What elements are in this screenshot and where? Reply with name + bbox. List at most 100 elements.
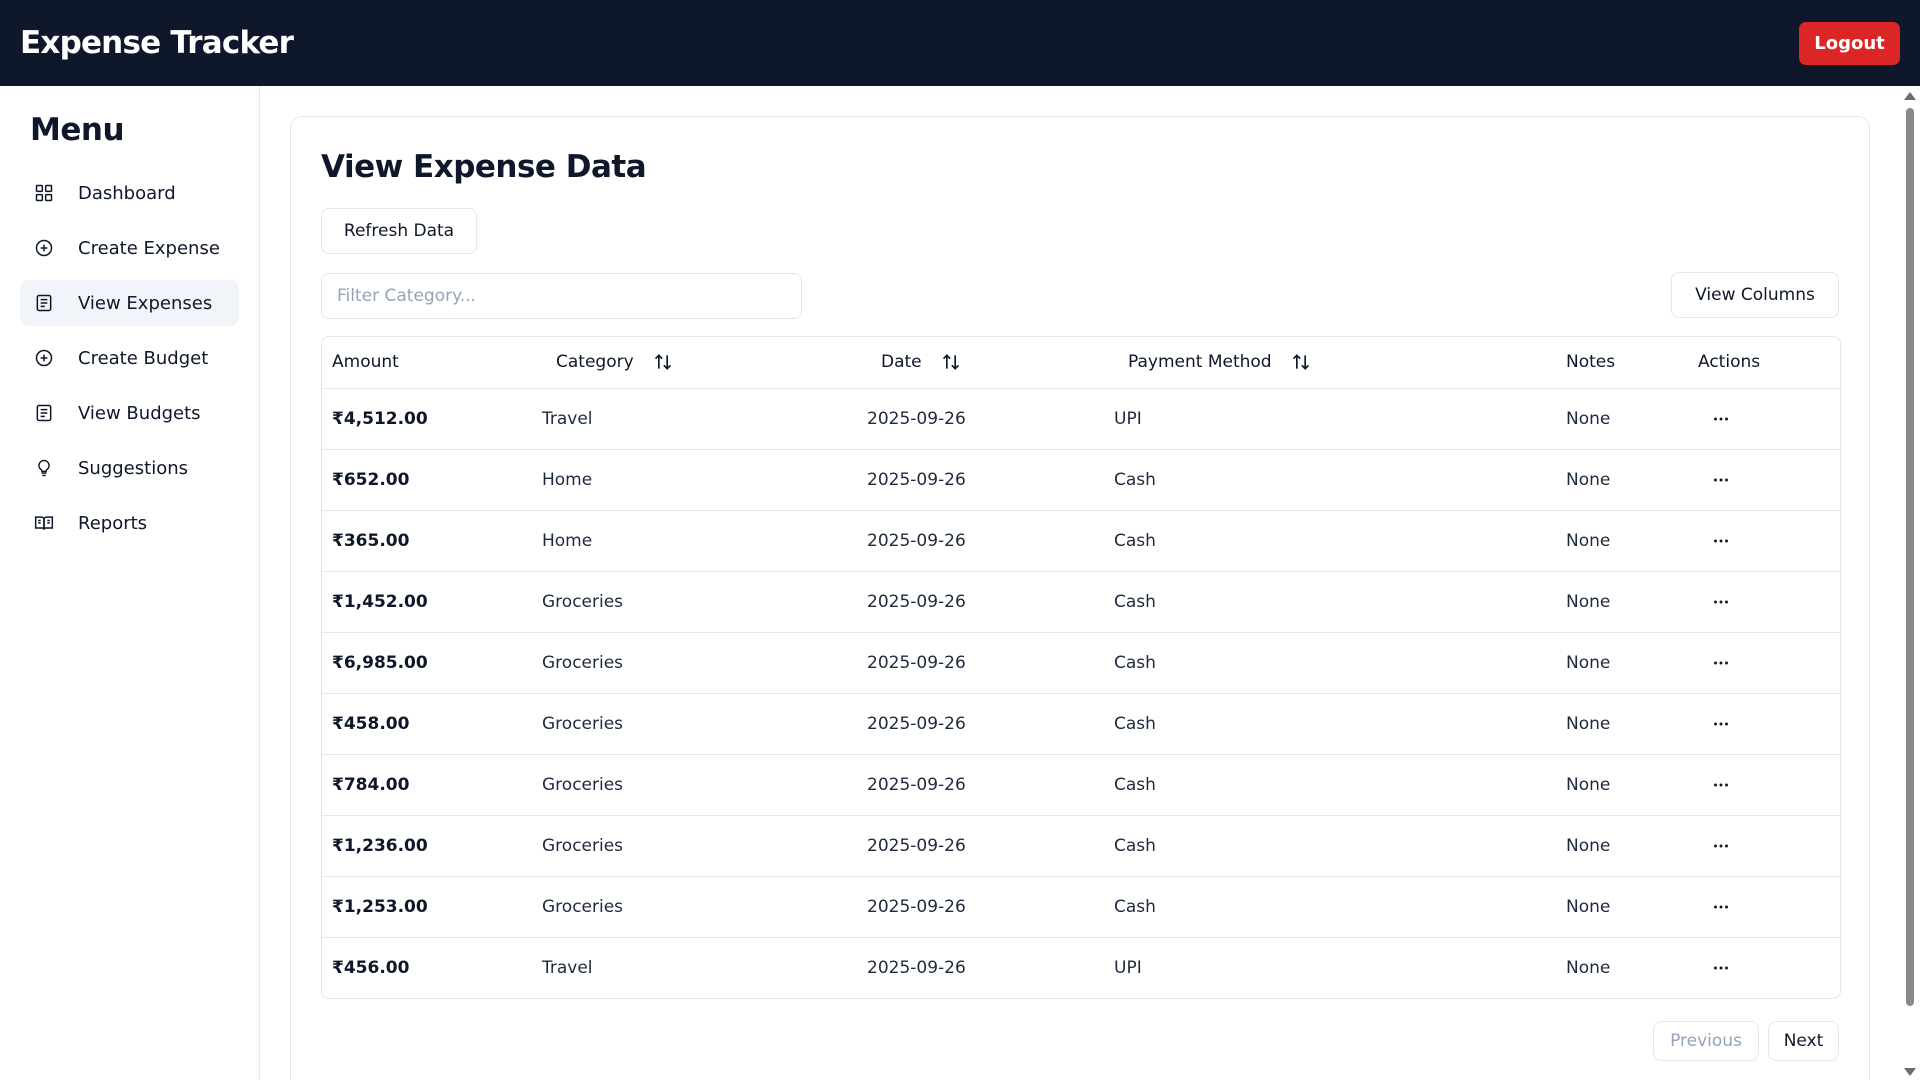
amount-cell: ₹365.00	[322, 510, 532, 572]
table-row: ₹1,253.00 Groceries 2025-09-26 Cash None	[322, 876, 1840, 938]
expense-table: Amount Category Date Payment Method Note…	[321, 336, 1841, 999]
actions-cell	[1688, 815, 1840, 877]
scroll-down-arrow[interactable]	[1904, 1068, 1916, 1076]
main-content: View Expense Data Refresh Data View Colu…	[260, 86, 1900, 1080]
sidebar-item-create-budget[interactable]: Create Budget	[20, 335, 239, 381]
column-header-payment-method[interactable]: Payment Method	[1104, 337, 1556, 389]
sort-icon[interactable]	[653, 352, 673, 372]
payment-method-cell: Cash	[1104, 815, 1556, 877]
next-page-button[interactable]: Next	[1768, 1021, 1839, 1061]
amount-cell: ₹6,985.00	[322, 632, 532, 694]
book-icon	[34, 516, 54, 530]
column-header-date[interactable]: Date	[857, 337, 1104, 389]
payment-method-cell: Cash	[1104, 449, 1556, 511]
actions-cell	[1688, 510, 1840, 572]
date-cell: 2025-09-26	[857, 449, 1104, 511]
app-title: Expense Tracker	[20, 25, 294, 61]
notes-cell: None	[1556, 876, 1688, 938]
expense-card: View Expense Data Refresh Data View Colu…	[290, 116, 1870, 1080]
date-cell: 2025-09-26	[857, 754, 1104, 816]
filter-category-input[interactable]	[321, 273, 802, 319]
date-cell: 2025-09-26	[857, 510, 1104, 572]
amount-cell: ₹456.00	[332, 957, 410, 978]
more-actions-icon[interactable]	[1710, 957, 1732, 979]
more-actions-icon[interactable]	[1710, 591, 1732, 613]
amount-cell: ₹784.00	[322, 754, 532, 816]
notes-cell: None	[1556, 571, 1688, 633]
sidebar-item-label: View Budgets	[78, 402, 201, 424]
table-row: ₹784.00 Groceries 2025-09-26 Cash None	[322, 754, 1840, 816]
list-icon	[36, 294, 52, 312]
more-actions-icon[interactable]	[1710, 469, 1732, 491]
sidebar-item-reports[interactable]: Reports	[20, 500, 239, 546]
category-cell: Travel	[542, 957, 593, 978]
more-actions-icon[interactable]	[1710, 896, 1732, 918]
column-header-actions: Actions	[1688, 337, 1840, 389]
lightbulb-icon	[38, 459, 50, 477]
sidebar-item-create-expense[interactable]: Create Expense	[20, 225, 239, 271]
sort-icon[interactable]	[1291, 352, 1311, 372]
actions-cell	[1688, 388, 1840, 450]
actions-cell	[1688, 876, 1840, 938]
column-header-amount: Amount	[322, 337, 532, 389]
amount-cell: ₹458.00	[322, 693, 532, 755]
category-cell: Home	[532, 449, 857, 511]
category-cell: Home	[532, 510, 857, 572]
more-actions-icon[interactable]	[1710, 530, 1732, 552]
scrollbar-thumb[interactable]	[1906, 108, 1914, 1006]
notes-cell: None	[1556, 693, 1688, 755]
date-cell: 2025-09-26	[857, 815, 1104, 877]
more-actions-icon[interactable]	[1710, 713, 1732, 735]
page-scrollbar[interactable]	[1900, 86, 1920, 1080]
sidebar-item-dashboard[interactable]: Dashboard	[20, 170, 239, 216]
top-bar: Expense Tracker Logout	[0, 0, 1920, 86]
sidebar-item-view-expenses[interactable]: View Expenses	[20, 280, 239, 326]
more-actions-icon[interactable]	[1710, 408, 1732, 430]
table-row: ₹652.00 Home 2025-09-26 Cash None	[322, 449, 1840, 511]
payment-method-cell: Cash	[1104, 876, 1556, 938]
table-row: ₹6,985.00 Groceries 2025-09-26 Cash None	[322, 632, 1840, 694]
menu-title: Menu	[30, 112, 125, 148]
sidebar-item-label: Create Expense	[78, 237, 220, 259]
list-icon	[36, 404, 52, 422]
payment-method-cell: Cash	[1104, 571, 1556, 633]
page-title: View Expense Data	[321, 149, 647, 185]
amount-cell: ₹4,512.00	[322, 388, 532, 450]
sidebar-item-label: Reports	[78, 512, 148, 534]
sort-icon[interactable]	[941, 352, 961, 372]
table-row: ₹365.00 Home 2025-09-26 Cash None	[322, 510, 1840, 572]
more-actions-icon[interactable]	[1710, 652, 1732, 674]
date-cell: 2025-09-26	[867, 957, 966, 978]
actions-cell	[1688, 449, 1840, 511]
sidebar: Menu Dashboard Create Expense View Expen…	[0, 86, 260, 1080]
notes-cell: None	[1556, 754, 1688, 816]
sidebar-item-view-budgets[interactable]: View Budgets	[20, 390, 239, 436]
notes-cell: None	[1556, 449, 1688, 511]
logout-button[interactable]: Logout	[1799, 21, 1900, 65]
scroll-up-arrow[interactable]	[1904, 92, 1916, 100]
sidebar-item-suggestions[interactable]: Suggestions	[20, 445, 239, 491]
category-cell: Groceries	[532, 876, 857, 938]
amount-cell: ₹652.00	[322, 449, 532, 511]
date-cell: 2025-09-26	[857, 388, 1104, 450]
category-cell: Groceries	[532, 632, 857, 694]
payment-method-cell: Cash	[1104, 510, 1556, 572]
view-columns-button[interactable]: View Columns	[1671, 272, 1839, 318]
amount-cell: ₹1,253.00	[322, 876, 532, 938]
column-header-category[interactable]: Category	[532, 337, 857, 389]
table-row: ₹456.00 Travel 2025-09-26 UPI None	[322, 937, 1840, 998]
category-cell: Travel	[532, 388, 857, 450]
notes-cell: None	[1556, 510, 1688, 572]
more-actions-icon[interactable]	[1710, 774, 1732, 796]
refresh-data-button[interactable]: Refresh Data	[321, 208, 477, 254]
actions-cell	[1688, 693, 1840, 755]
date-cell: 2025-09-26	[857, 693, 1104, 755]
table-row: ₹4,512.00 Travel 2025-09-26 UPI None	[322, 388, 1840, 450]
payment-method-cell: Cash	[1104, 754, 1556, 816]
date-cell: 2025-09-26	[857, 571, 1104, 633]
actions-cell	[1688, 632, 1840, 694]
more-actions-icon[interactable]	[1710, 835, 1732, 857]
amount-cell: ₹1,452.00	[322, 571, 532, 633]
previous-page-button[interactable]: Previous	[1653, 1021, 1759, 1061]
actions-cell	[1688, 937, 1840, 998]
